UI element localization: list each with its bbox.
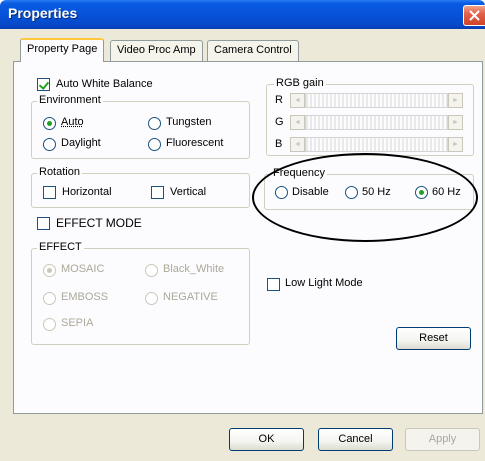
frequency-disable-label: Disable bbox=[292, 186, 329, 198]
rotation-horizontal-label: Horizontal bbox=[62, 186, 112, 198]
rotation-vertical-checkbox[interactable] bbox=[151, 186, 164, 199]
effect-emboss-label: EMBOSS bbox=[61, 291, 109, 303]
b-slider-right-arrow[interactable]: ► bbox=[448, 137, 463, 152]
frequency-legend: Frequency bbox=[271, 167, 327, 179]
rgb-g-label: G bbox=[275, 116, 284, 128]
frequency-50hz-label: 50 Hz bbox=[362, 186, 391, 198]
window-title: Properties bbox=[8, 5, 78, 21]
frequency-60hz-label: 60 Hz bbox=[432, 186, 461, 198]
b-gain-slider[interactable] bbox=[305, 137, 448, 152]
tab-camera-control[interactable]: Camera Control bbox=[207, 40, 299, 61]
environment-legend: Environment bbox=[37, 94, 103, 106]
tab-video-proc-amp[interactable]: Video Proc Amp bbox=[110, 40, 203, 61]
environment-auto-label: Auto bbox=[61, 116, 84, 128]
effect-sepia-radio[interactable] bbox=[43, 318, 56, 331]
r-gain-slider[interactable] bbox=[305, 93, 448, 108]
ok-button[interactable]: OK bbox=[229, 428, 304, 451]
environment-fluorescent-radio[interactable] bbox=[148, 138, 161, 151]
frequency-60hz-radio[interactable] bbox=[415, 186, 428, 199]
tab-property-page[interactable]: Property Page bbox=[20, 38, 105, 62]
b-slider-left-arrow[interactable]: ◄ bbox=[290, 137, 305, 152]
rgb-r-label: R bbox=[275, 94, 283, 106]
rotation-horizontal-checkbox[interactable] bbox=[43, 186, 56, 199]
environment-daylight-radio[interactable] bbox=[43, 138, 56, 151]
rotation-legend: Rotation bbox=[37, 166, 82, 178]
effect-black-white-radio[interactable] bbox=[145, 264, 158, 277]
cancel-button[interactable]: Cancel bbox=[318, 428, 393, 451]
tab-label: Camera Control bbox=[214, 44, 292, 56]
environment-group bbox=[31, 101, 250, 159]
effect-legend: EFFECT bbox=[37, 241, 84, 253]
effect-negative-radio[interactable] bbox=[145, 292, 158, 305]
tab-label: Video Proc Amp bbox=[117, 44, 196, 56]
rgb-gain-legend: RGB gain bbox=[274, 77, 326, 89]
g-slider-left-arrow[interactable]: ◄ bbox=[290, 115, 305, 130]
tab-label: Property Page bbox=[27, 43, 98, 55]
frequency-disable-radio[interactable] bbox=[275, 186, 288, 199]
close-button[interactable] bbox=[463, 5, 485, 26]
environment-daylight-label: Daylight bbox=[61, 137, 101, 149]
low-light-mode-checkbox[interactable] bbox=[267, 278, 280, 291]
r-slider-left-arrow[interactable]: ◄ bbox=[290, 93, 305, 108]
frequency-50hz-radio[interactable] bbox=[345, 186, 358, 199]
effect-mode-checkbox[interactable] bbox=[37, 217, 50, 230]
effect-black-white-label: Black_White bbox=[163, 263, 225, 275]
rgb-b-label: B bbox=[275, 138, 283, 150]
low-light-mode-label: Low Light Mode bbox=[285, 277, 363, 289]
environment-tungsten-radio[interactable] bbox=[148, 117, 161, 130]
effect-sepia-label: SEPIA bbox=[61, 317, 94, 329]
environment-auto-radio[interactable] bbox=[43, 117, 56, 130]
effect-mosaic-label: MOSAIC bbox=[61, 263, 105, 275]
auto-white-balance-label: Auto White Balance bbox=[56, 78, 153, 90]
g-gain-slider[interactable] bbox=[305, 115, 448, 130]
environment-tungsten-label: Tungsten bbox=[166, 116, 212, 128]
environment-fluorescent-label: Fluorescent bbox=[166, 137, 224, 149]
apply-button[interactable]: Apply bbox=[405, 428, 480, 451]
effect-emboss-radio[interactable] bbox=[43, 292, 56, 305]
effect-negative-label: NEGATIVE bbox=[163, 291, 218, 303]
rotation-vertical-label: Vertical bbox=[170, 186, 207, 198]
auto-white-balance-checkbox[interactable] bbox=[37, 78, 50, 91]
effect-mosaic-radio[interactable] bbox=[43, 264, 56, 277]
close-icon bbox=[469, 10, 480, 21]
effect-mode-label: EFFECT MODE bbox=[56, 216, 142, 230]
g-slider-right-arrow[interactable]: ► bbox=[448, 115, 463, 130]
r-slider-right-arrow[interactable]: ► bbox=[448, 93, 463, 108]
reset-button[interactable]: Reset bbox=[396, 327, 471, 350]
